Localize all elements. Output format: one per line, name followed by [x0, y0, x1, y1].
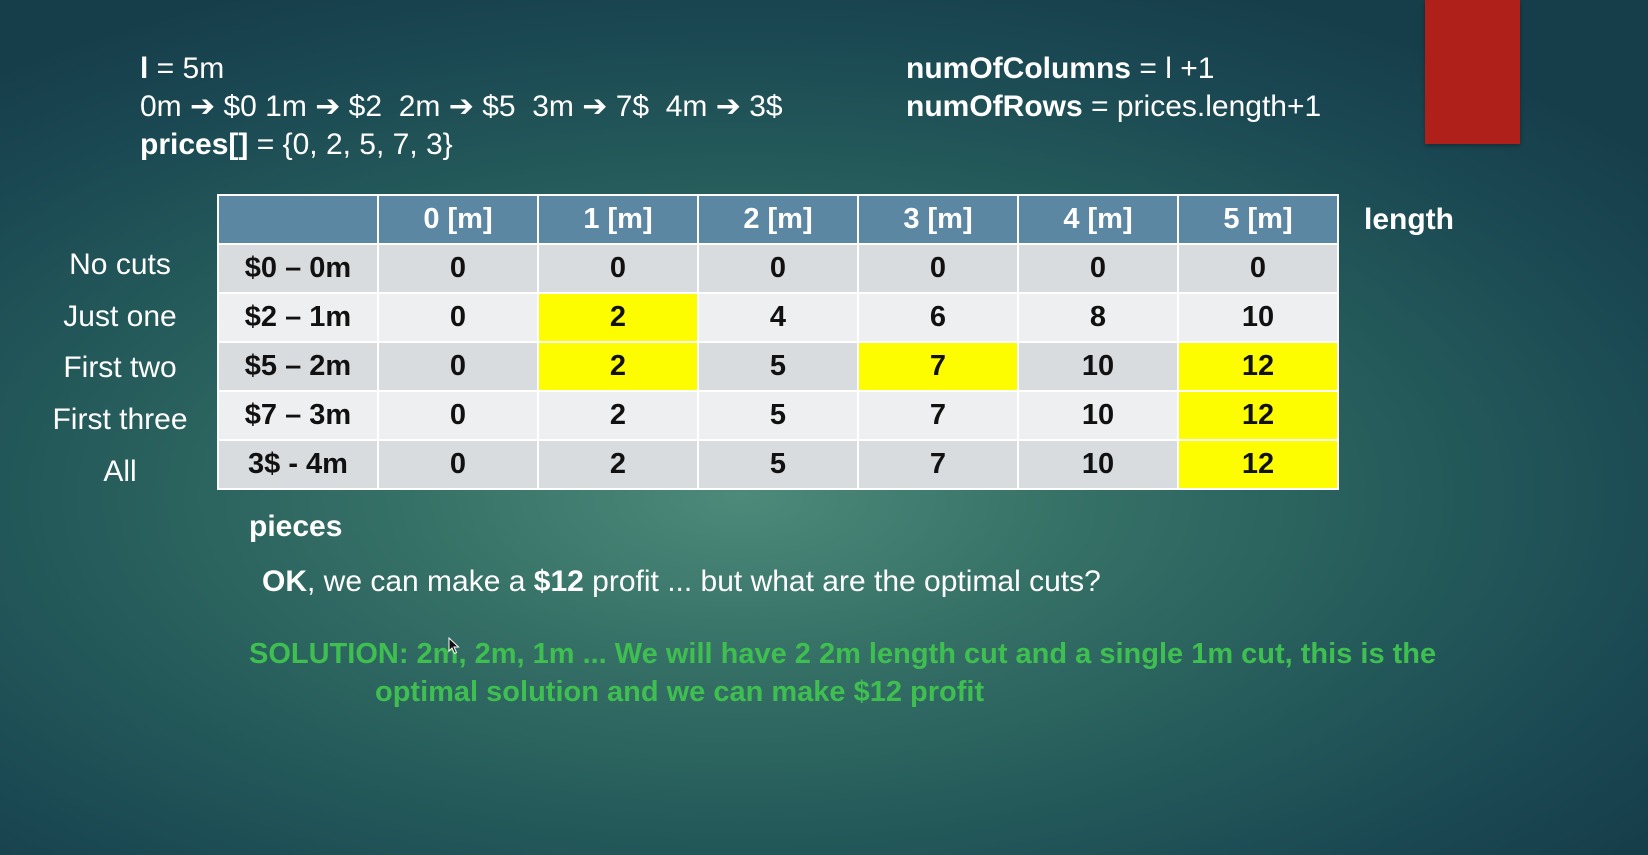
table-cell: 0: [1177, 243, 1339, 294]
table-cell: 0: [377, 439, 539, 490]
table-cell: 5: [697, 439, 859, 490]
prices-value: = {0, 2, 5, 7, 3}: [248, 128, 453, 161]
row-label-no-cuts: No cuts: [69, 248, 171, 281]
column-header: 5 [m]: [1177, 194, 1339, 245]
table-row: $0 – 0m 0 0 0 0 0 0: [217, 243, 1339, 294]
column-header: 4 [m]: [1017, 194, 1179, 245]
table-cell: 2: [537, 390, 699, 441]
table-cell-highlighted: 12: [1177, 390, 1339, 441]
dp-table: 0 [m] 1 [m] 2 [m] 3 [m] 4 [m] 5 [m] $0 –…: [217, 194, 1339, 490]
row-label-just-one: Just one: [63, 300, 177, 333]
row-label-first-three: First three: [52, 403, 188, 436]
table-row: $7 – 3m 0 2 5 7 10 12: [217, 390, 1339, 441]
table-cell: 7: [857, 439, 1019, 490]
pieces-axis-label: pieces: [249, 510, 343, 543]
question-amount: $12: [533, 565, 584, 598]
table-cell: 10: [1017, 390, 1179, 441]
prices-array: prices[] = {0, 2, 5, 7, 3}: [140, 126, 453, 164]
table-cell-highlighted: 2: [537, 292, 699, 343]
column-header: 2 [m]: [697, 194, 859, 245]
row-price-cell: $2 – 1m: [217, 292, 379, 343]
solution-line-1: SOLUTION: 2m, 2m, 1m ... We will have 2 …: [249, 638, 1437, 670]
table-row: $5 – 2m 0 2 5 7 10 12: [217, 341, 1339, 392]
num-rows-definition: numOfRows = prices.length+1: [906, 88, 1321, 126]
table-cell: 2: [537, 439, 699, 490]
length-definition: l = 5m: [140, 50, 224, 88]
table-cell-highlighted: 12: [1177, 439, 1339, 490]
length-value: = 5m: [148, 52, 225, 85]
row-label-all: All: [103, 455, 137, 488]
prices-variable: prices[]: [140, 128, 249, 161]
question-text-1: , we can make a: [307, 565, 534, 598]
table-cell: 5: [697, 390, 859, 441]
row-label-first-two: First two: [63, 351, 177, 384]
table-cell: 7: [857, 390, 1019, 441]
row-price-cell: $5 – 2m: [217, 341, 379, 392]
table-cell: 8: [1017, 292, 1179, 343]
num-rows-variable: numOfRows: [906, 90, 1083, 123]
table-cell: 0: [377, 341, 539, 392]
table-cell-highlighted: 2: [537, 341, 699, 392]
question-text-2: profit ... but what are the optimal cuts…: [583, 565, 1101, 598]
table-cell-highlighted: 7: [857, 341, 1019, 392]
table-row: 3$ - 4m 0 2 5 7 10 12: [217, 439, 1339, 490]
accent-block: [1425, 0, 1520, 144]
length-axis-label: length: [1364, 203, 1454, 236]
column-header: 3 [m]: [857, 194, 1019, 245]
solution-line-2: optimal solution and we can make $12 pro…: [375, 676, 985, 708]
row-price-cell: $0 – 0m: [217, 243, 379, 294]
num-columns-definition: numOfColumns = l +1: [906, 50, 1214, 88]
table-cell: 0: [377, 292, 539, 343]
num-rows-value: = prices.length+1: [1082, 90, 1322, 123]
column-header: 0 [m]: [377, 194, 539, 245]
row-price-cell: $7 – 3m: [217, 390, 379, 441]
table-cell: 10: [1177, 292, 1339, 343]
table-cell: 4: [697, 292, 859, 343]
mouse-cursor-icon: [448, 637, 460, 655]
num-columns-value: = l +1: [1131, 52, 1215, 85]
column-header: 1 [m]: [537, 194, 699, 245]
row-price-cell: 3$ - 4m: [217, 439, 379, 490]
table-cell-highlighted: 12: [1177, 341, 1339, 392]
optimal-cuts-question: OK, we can make a $12 profit ... but wha…: [262, 563, 1101, 601]
table-cell: 0: [537, 243, 699, 294]
table-cell: 6: [857, 292, 1019, 343]
table-header-row: 0 [m] 1 [m] 2 [m] 3 [m] 4 [m] 5 [m]: [217, 194, 1339, 245]
question-ok: OK: [262, 565, 307, 598]
table-cell: 10: [1017, 341, 1179, 392]
table-row: $2 – 1m 0 2 4 6 8 10: [217, 292, 1339, 343]
table-cell: 5: [697, 341, 859, 392]
table-cell: 10: [1017, 439, 1179, 490]
table-cell: 0: [857, 243, 1019, 294]
price-mapping: 0m ➔ $0 1m ➔ $2 2m ➔ $5 3m ➔ 7$ 4m ➔ 3$: [140, 90, 783, 123]
table-cell: 0: [377, 390, 539, 441]
num-columns-variable: numOfColumns: [906, 52, 1131, 85]
table-cell: 0: [697, 243, 859, 294]
table-corner-cell: [217, 194, 379, 245]
table-cell: 0: [1017, 243, 1179, 294]
table-cell: 0: [377, 243, 539, 294]
